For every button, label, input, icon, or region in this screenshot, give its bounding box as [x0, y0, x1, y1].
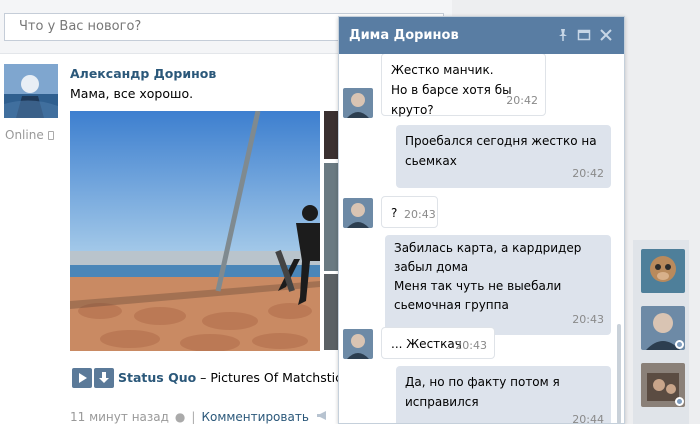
online-indicator — [675, 340, 684, 349]
play-button[interactable] — [72, 368, 92, 388]
play-icon — [79, 373, 87, 383]
audio-artist-link[interactable]: Status Quo — [118, 370, 196, 385]
post-text: Мама, все хорошо. — [70, 86, 194, 101]
chat-title[interactable]: Дима Доринов — [349, 28, 459, 43]
mobile-icon — [47, 131, 54, 140]
message-time: 20:43 — [404, 208, 436, 221]
message-time: 20:44 — [572, 413, 604, 424]
message-bubble: Забилась карта, а кардридер забыл дома М… — [385, 235, 611, 335]
download-icon — [99, 372, 109, 383]
message-bubble: ? 20:43 — [381, 196, 438, 228]
message-bubble: Проебался сегодня жестко на сьемках 20:4… — [396, 125, 611, 188]
chat-header[interactable]: Дима Доринов — [339, 17, 624, 54]
pin-icon[interactable] — [556, 28, 570, 42]
chat-messages: Жестко манчик. Но в барсе хотя бы круто?… — [339, 54, 624, 424]
separator: | — [191, 410, 196, 424]
sender-avatar[interactable] — [343, 88, 373, 118]
audio-track: Status Quo – Pictures Of Matchstick M — [70, 368, 340, 388]
chat-scrollbar[interactable] — [617, 324, 621, 423]
message-time: 20:42 — [506, 94, 538, 107]
chat-dock — [633, 240, 689, 424]
comment-link[interactable]: Комментировать — [201, 410, 308, 424]
audio-song-title: Pictures Of Matchstick M — [210, 370, 340, 385]
apple-icon: ● — [174, 410, 186, 424]
message-time: 20:43 — [455, 339, 487, 352]
download-button[interactable] — [94, 368, 114, 388]
chat-dock-avatar[interactable] — [641, 249, 685, 293]
chat-window: Дима Доринов Жестко манчик. Но в барсе х… — [338, 16, 625, 424]
message-bubble: ... Жесткач 20:43 — [381, 327, 495, 359]
message-time: 20:42 — [572, 167, 604, 180]
post-photo[interactable] — [70, 111, 320, 351]
online-status: Online — [5, 128, 54, 142]
audio-separator: – — [196, 370, 211, 385]
megaphone-icon[interactable] — [316, 410, 328, 421]
post-time[interactable]: 11 минут назад — [70, 410, 169, 424]
message-bubble: Жестко манчик. Но в барсе хотя бы круто?… — [381, 54, 546, 117]
maximize-icon[interactable] — [577, 28, 591, 42]
message-bubble: Да, но по факту потом я исправился 20:44 — [396, 366, 611, 424]
sender-avatar[interactable] — [343, 329, 373, 359]
sender-avatar[interactable] — [343, 198, 373, 228]
post-author-link[interactable]: Александр Доринов — [70, 66, 216, 81]
message-time: 20:43 — [572, 313, 604, 326]
online-indicator — [675, 397, 684, 406]
post-meta: 11 минут назад ● | Комментировать — [70, 410, 309, 424]
author-avatar[interactable] — [4, 64, 58, 118]
close-icon[interactable] — [599, 28, 613, 42]
